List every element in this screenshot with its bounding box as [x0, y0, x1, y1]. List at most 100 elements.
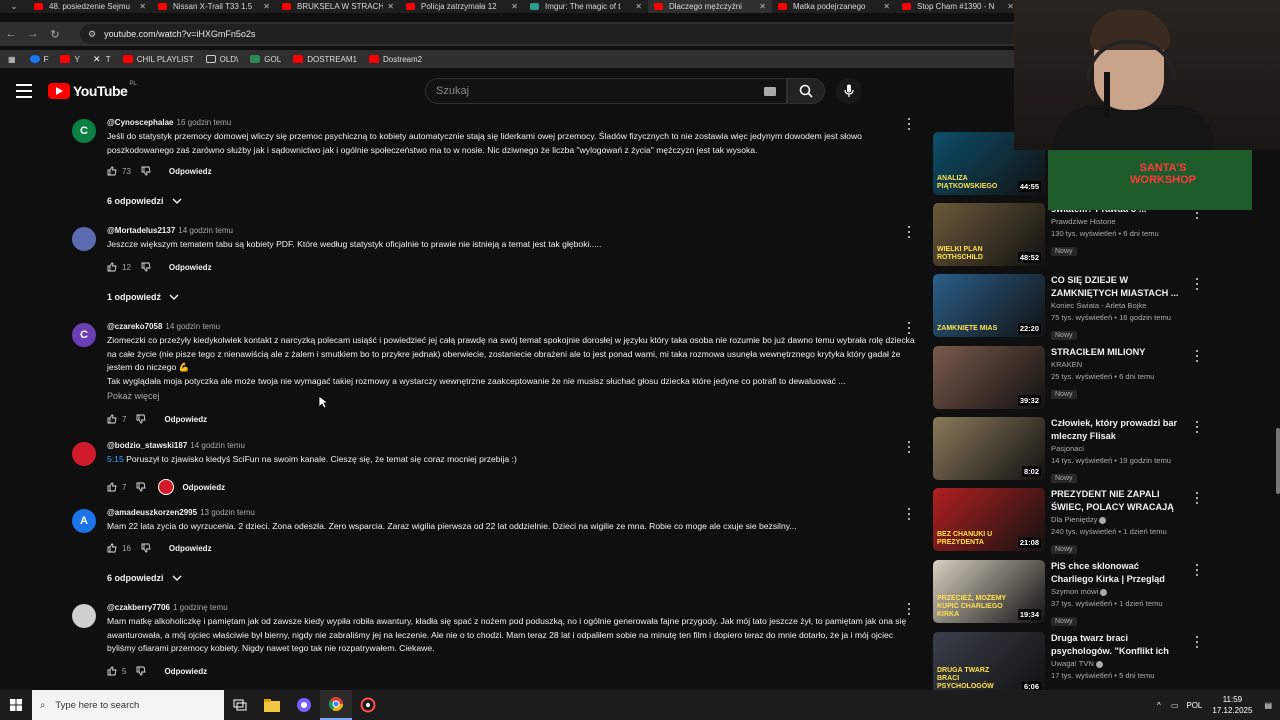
bookmark-item[interactable]: CHIL PLAYLIST: [122, 55, 194, 64]
video-title[interactable]: CO SIĘ DZIEJE W ZAMKNIĘTYCH MIASTACH ...: [1051, 274, 1181, 300]
search-input[interactable]: Szukaj: [425, 78, 787, 104]
avatar[interactable]: [72, 442, 96, 466]
comment-time[interactable]: 16 godzin temu: [177, 118, 232, 127]
bookmark-item[interactable]: F: [29, 55, 48, 64]
video-menu-icon[interactable]: [1194, 636, 1200, 648]
comment-time[interactable]: 14 godzin temu: [178, 226, 233, 235]
scrollbar[interactable]: [1276, 428, 1280, 494]
comment-menu-icon[interactable]: [905, 508, 913, 520]
video-card[interactable]: 8:02 Człowiek, który prowadzi bar mleczny…: [932, 417, 1262, 483]
show-hidden-icons[interactable]: ^: [1157, 701, 1161, 710]
browser-tab[interactable]: Nissan X-Trail T33 1.5 ✕: [152, 0, 276, 13]
show-replies-button[interactable]: 6 odpowiedzi: [107, 573, 182, 583]
comment-menu-icon[interactable]: [905, 226, 913, 238]
channel-name[interactable]: Szymon mówi: [1051, 586, 1181, 598]
video-thumbnail[interactable]: 39:32: [933, 346, 1045, 409]
dislike-button[interactable]: [136, 666, 147, 676]
taskbar-search[interactable]: ⌕ Type here to search: [32, 690, 224, 720]
bookmark-item[interactable]: DOSTREAM1: [293, 55, 357, 64]
comment-author[interactable]: @Mortadelus2137: [107, 226, 175, 235]
show-replies-button[interactable]: 6 odpowiedzi: [107, 196, 182, 206]
notifications-icon[interactable]: ▤: [1264, 701, 1272, 710]
network-icon[interactable]: ▭: [1171, 701, 1179, 710]
comment-time[interactable]: 13 godzin temu: [200, 508, 255, 517]
like-button[interactable]: 73: [107, 166, 131, 176]
bookmark-item[interactable]: OLD\: [205, 55, 238, 64]
show-more-button[interactable]: Pokaż więcej: [107, 391, 917, 401]
channel-name[interactable]: Dla Pieniędzy: [1051, 514, 1181, 526]
browser-tab[interactable]: Policja zatrzymała 12 ✕: [400, 0, 524, 13]
reply-button[interactable]: Odpowiedz: [169, 263, 212, 272]
language-indicator[interactable]: POL: [1186, 701, 1202, 710]
bookmark-item[interactable]: Y: [60, 55, 80, 64]
avatar[interactable]: [72, 604, 96, 628]
channel-name[interactable]: Koniec Świata - Arleta Bojke: [1051, 300, 1181, 312]
comment-time[interactable]: 1 godzinę temu: [173, 603, 228, 612]
browser-tab[interactable]: Stop Cham #1390 - N ✕: [896, 0, 1020, 13]
close-icon[interactable]: ✕: [1007, 2, 1014, 11]
close-icon[interactable]: ✕: [511, 2, 518, 11]
messenger-app-icon[interactable]: [288, 690, 320, 720]
avatar[interactable]: C: [72, 323, 96, 347]
video-card[interactable]: ZAMKNIĘTE MIAS 22:20 CO SIĘ DZIEJE W ZAMKN…: [932, 274, 1262, 340]
comment-menu-icon[interactable]: [905, 118, 913, 130]
video-card[interactable]: DRUGA TWARZ BRACI PSYCHOLOGÓW 6:06 Druga t…: [932, 632, 1262, 698]
start-button[interactable]: [0, 690, 32, 720]
comment-author[interactable]: @bodzio_stawski187: [107, 441, 187, 450]
reload-icon[interactable]: ↻: [44, 23, 66, 45]
video-title[interactable]: PREZYDENT NIE ZAPALI ŚWIEC, POLACY WRACA…: [1051, 488, 1181, 514]
dislike-button[interactable]: [136, 414, 147, 424]
task-view-icon[interactable]: [224, 690, 256, 720]
close-icon[interactable]: ✕: [263, 2, 270, 11]
dislike-button[interactable]: [136, 482, 147, 492]
comment-author[interactable]: @czareko7058: [107, 322, 162, 331]
bookmark-item[interactable]: ✕ T: [92, 55, 111, 64]
timestamp-link[interactable]: 5:15: [107, 454, 124, 464]
menu-icon[interactable]: [16, 84, 32, 98]
avatar[interactable]: [72, 227, 96, 251]
video-title[interactable]: Druga twarz braci psychologów. "Konflikt…: [1051, 632, 1181, 658]
video-card[interactable]: WIELKI PLAN ROTHSCHILD 48:52 światem? Praw…: [932, 203, 1262, 269]
close-icon[interactable]: ✕: [883, 2, 890, 11]
forward-icon[interactable]: →: [22, 23, 44, 45]
voice-search-button[interactable]: [836, 78, 862, 104]
close-icon[interactable]: ✕: [387, 2, 394, 11]
comment-menu-icon[interactable]: [905, 603, 913, 615]
browser-tab[interactable]: Dlaczego mężczyźni ✕: [648, 0, 772, 13]
keyboard-icon[interactable]: [764, 87, 776, 96]
channel-name[interactable]: Prawdziwe Historie: [1051, 216, 1181, 228]
close-icon[interactable]: ✕: [759, 2, 766, 11]
dislike-button[interactable]: [141, 166, 151, 176]
video-title[interactable]: Człowiek, który prowadzi bar mleczny Fli…: [1051, 417, 1181, 443]
like-button[interactable]: 7: [107, 482, 126, 492]
dislike-button[interactable]: [141, 543, 151, 553]
comment-time[interactable]: 14 godzin temu: [190, 441, 245, 450]
channel-name[interactable]: Uwaga! TVN: [1051, 658, 1181, 670]
chrome-icon[interactable]: [320, 690, 352, 720]
back-icon[interactable]: ←: [0, 23, 22, 45]
reply-button[interactable]: Odpowiedz: [164, 667, 207, 676]
comment-menu-icon[interactable]: [905, 441, 913, 453]
browser-tab[interactable]: BRUKSELA W STRACH ✕: [276, 0, 400, 13]
video-thumbnail[interactable]: PRZECIEŻ, MOŻEMY KUPIĆ CHARLIEGO KIRKA 19…: [933, 560, 1045, 623]
channel-name[interactable]: KRAKEN: [1051, 359, 1181, 371]
clock[interactable]: 11:59 17.12.2025: [1212, 694, 1252, 716]
video-card[interactable]: BEZ CHANUKI U PREZYDENTA 21:08 PREZYDENT N…: [932, 488, 1262, 554]
comment-author[interactable]: @czakberry7706: [107, 603, 170, 612]
browser-tab[interactable]: Imgur: The magic of t ✕: [524, 0, 648, 13]
video-title[interactable]: STRACIŁEM MILIONY: [1051, 346, 1181, 359]
browser-tab[interactable]: Matka podejrzanego ✕: [772, 0, 896, 13]
video-menu-icon[interactable]: [1194, 278, 1200, 290]
video-title[interactable]: PiS chce sklonować Charliego Kirka | Prz…: [1051, 560, 1181, 586]
video-card[interactable]: 39:32 STRACIŁEM MILIONY KRAKEN 25 tys. wyśw…: [932, 346, 1262, 412]
search-button[interactable]: [787, 78, 825, 104]
video-thumbnail[interactable]: BEZ CHANUKI U PREZYDENTA 21:08: [933, 488, 1045, 551]
comment-time[interactable]: 14 godzin temu: [165, 322, 220, 331]
bookmark-item[interactable]: GOL: [250, 55, 281, 64]
close-icon[interactable]: ✕: [635, 2, 642, 11]
close-icon[interactable]: ✕: [139, 2, 146, 11]
comment-author[interactable]: @Cynoscephalae: [107, 118, 174, 127]
like-button[interactable]: 12: [107, 262, 131, 272]
video-menu-icon[interactable]: [1194, 492, 1200, 504]
video-menu-icon[interactable]: [1194, 564, 1200, 576]
